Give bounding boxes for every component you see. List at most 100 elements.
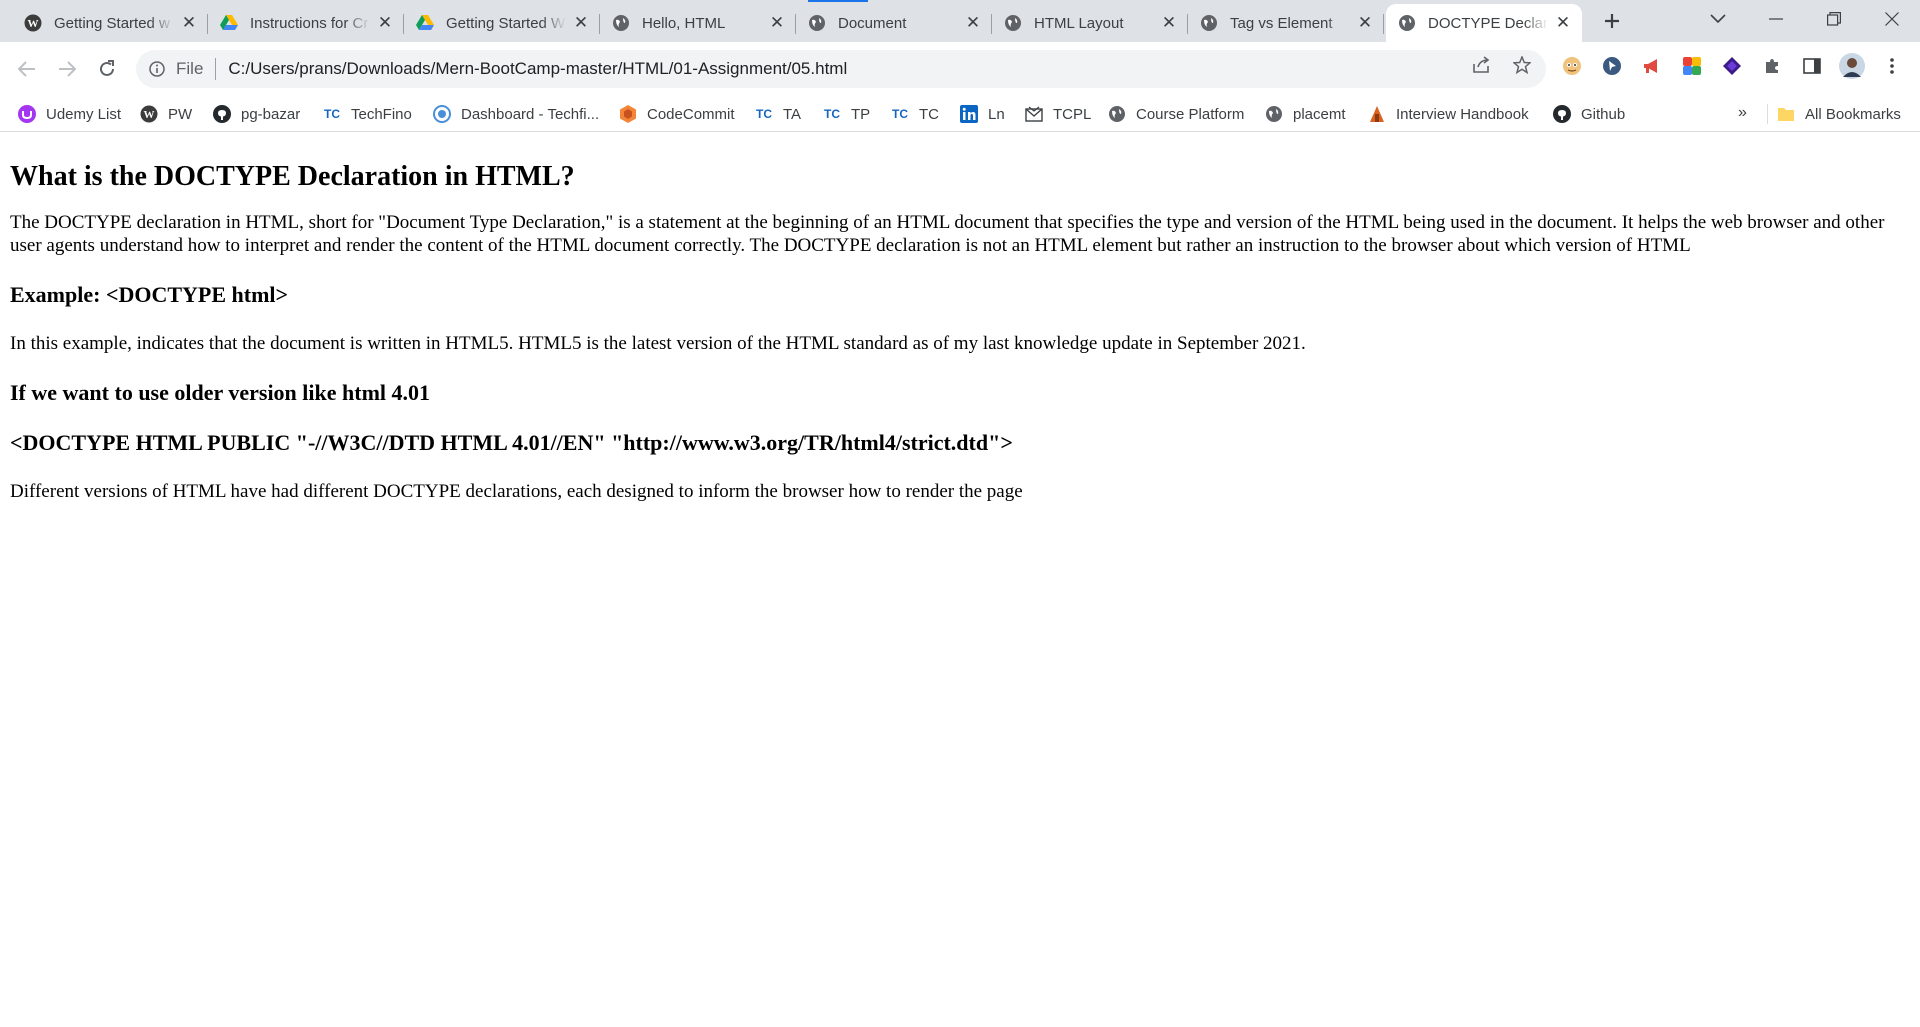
share-icon: [1473, 56, 1490, 73]
tab-7[interactable]: Tag vs Element ✕: [1188, 4, 1384, 42]
bookmark-label: TA: [783, 105, 802, 123]
avatar[interactable]: [1839, 53, 1865, 79]
tc-icon: TC: [756, 107, 772, 121]
forward-button[interactable]: [52, 54, 82, 84]
bookmark-tcpl[interactable]: TCPL: [1025, 102, 1091, 126]
tc-icon: TC: [824, 107, 840, 121]
close-icon[interactable]: ✕: [1356, 13, 1374, 32]
side-panel-icon[interactable]: [1801, 55, 1823, 77]
tab-title: DOCTYPE Declara: [1428, 14, 1548, 32]
tab-6[interactable]: HTML Layout ✕: [992, 4, 1188, 42]
extension-avatar-icon[interactable]: [1561, 55, 1583, 77]
all-bookmarks-button[interactable]: All Bookmarks: [1777, 102, 1901, 126]
tab-strip: W Getting Started w ✕ Instructions for C…: [0, 0, 1920, 42]
bookmark-label: CodeCommit: [647, 105, 735, 123]
plus-icon: [1605, 14, 1619, 28]
bookmark-tc[interactable]: TC TC: [891, 102, 939, 126]
share-button[interactable]: [1467, 50, 1497, 80]
arrow-right-icon: [59, 61, 76, 77]
folder-icon: [1777, 105, 1795, 123]
bookmark-label: Course Platform: [1136, 105, 1245, 123]
close-icon[interactable]: ✕: [180, 13, 198, 32]
close-icon[interactable]: ✕: [1554, 13, 1572, 32]
address-bar[interactable]: File C:/Users/prans/Downloads/Mern-BootC…: [136, 50, 1546, 88]
menu-kebab-icon[interactable]: [1881, 55, 1903, 77]
info-icon[interactable]: [148, 60, 166, 78]
browser-toolbar: File C:/Users/prans/Downloads/Mern-BootC…: [0, 42, 1920, 96]
close-window-button[interactable]: [1868, 0, 1916, 38]
tab-4[interactable]: Hello, HTML ✕: [600, 4, 796, 42]
github-icon: [213, 105, 231, 123]
page-content: What is the DOCTYPE Declaration in HTML?…: [0, 133, 1920, 1027]
bookmark-placemt[interactable]: placemt: [1265, 102, 1346, 126]
tab-search-button[interactable]: [1694, 0, 1742, 38]
bookmark-github[interactable]: Github: [1553, 102, 1625, 126]
svg-text:W: W: [28, 18, 39, 30]
tab-3[interactable]: Getting Started W ✕: [404, 4, 600, 42]
bookmark-label: Github: [1581, 105, 1626, 123]
close-icon[interactable]: ✕: [768, 13, 786, 32]
extension-megaphone-icon[interactable]: [1641, 55, 1663, 77]
url-text[interactable]: C:/Users/prans/Downloads/Mern-BootCamp-m…: [228, 59, 847, 79]
tab-active[interactable]: DOCTYPE Declara ✕: [1386, 4, 1582, 42]
tab-loading-indicator: [808, 0, 868, 2]
bookmark-label: pg-bazar: [241, 105, 301, 123]
tc-icon: TC: [324, 107, 340, 121]
bookmark-tp[interactable]: TC TP: [823, 102, 870, 126]
codecommit-icon: [619, 105, 637, 123]
tab-5[interactable]: Document ✕: [796, 4, 992, 42]
wordpress-icon: W: [24, 14, 42, 32]
example-paragraph: In this example, indicates that the docu…: [10, 333, 1306, 354]
tab-title: HTML Layout: [1034, 14, 1124, 32]
globe-icon: [1398, 14, 1416, 32]
new-tab-button[interactable]: [1597, 6, 1627, 36]
tab-title: Tag vs Element: [1230, 14, 1333, 32]
globe-icon: [808, 14, 826, 32]
bookmark-interview-handbook[interactable]: Interview Handbook: [1368, 102, 1529, 126]
back-button[interactable]: [12, 54, 42, 84]
bookmarks-bar: Udemy List W PW pg-bazar TC TechFino Das…: [0, 96, 1920, 132]
bookmark-pw[interactable]: W PW: [140, 102, 192, 126]
close-icon[interactable]: ✕: [572, 13, 590, 32]
star-icon: [1513, 56, 1531, 74]
restore-icon: [1827, 12, 1841, 26]
minimize-button[interactable]: [1752, 0, 1800, 38]
bookmark-pg-bazar[interactable]: pg-bazar: [213, 102, 300, 126]
udemy-icon: [18, 105, 36, 123]
bookmark-label: Dashboard - Techfi...: [461, 105, 600, 123]
bookmark-course-platform[interactable]: Course Platform: [1108, 102, 1244, 126]
close-icon[interactable]: ✕: [964, 13, 982, 32]
minimize-icon: [1769, 18, 1783, 20]
globe-icon: [612, 14, 630, 32]
bookmarks-overflow-button[interactable]: »: [1738, 104, 1747, 122]
bookmark-ta[interactable]: TC TA: [755, 102, 801, 126]
bookmark-ln[interactable]: Ln: [960, 102, 1005, 126]
github-icon: [1553, 105, 1571, 123]
example-heading: Example: <DOCTYPE html>: [10, 282, 289, 307]
reload-button[interactable]: [92, 54, 122, 84]
extension-cursor-icon[interactable]: [1601, 55, 1623, 77]
close-icon[interactable]: ✕: [1160, 13, 1178, 32]
extension-colorful-icon[interactable]: [1681, 55, 1703, 77]
bookmark-star-button[interactable]: [1507, 50, 1537, 80]
arrow-left-icon: [18, 61, 35, 77]
restore-button[interactable]: [1810, 0, 1858, 38]
tab-2[interactable]: Instructions for Cr ✕: [208, 4, 404, 42]
linkedin-icon: [960, 105, 978, 123]
html401-doctype-heading: <DOCTYPE HTML PUBLIC "-//W3C//DTD HTML 4…: [10, 430, 1013, 455]
bookmark-techfino[interactable]: TC TechFino: [323, 102, 412, 126]
bookmark-udemy-list[interactable]: Udemy List: [18, 102, 121, 126]
extensions-puzzle-icon[interactable]: [1761, 55, 1783, 77]
close-icon: [1885, 12, 1899, 26]
bookmark-label: Interview Handbook: [1396, 105, 1529, 123]
close-icon[interactable]: ✕: [376, 13, 394, 32]
bookmark-codecommit[interactable]: CodeCommit: [619, 102, 735, 126]
tab-title: Getting Started W: [446, 14, 566, 32]
extension-diamond-icon[interactable]: [1721, 55, 1743, 77]
tab-1[interactable]: W Getting Started w ✕: [12, 4, 208, 42]
tab-title: Hello, HTML: [642, 14, 726, 32]
bookmark-dashboard[interactable]: Dashboard - Techfi...: [433, 102, 599, 126]
bookmark-label: TP: [851, 105, 871, 123]
tc-icon: TC: [892, 107, 908, 121]
bookmark-label: Udemy List: [46, 105, 122, 123]
